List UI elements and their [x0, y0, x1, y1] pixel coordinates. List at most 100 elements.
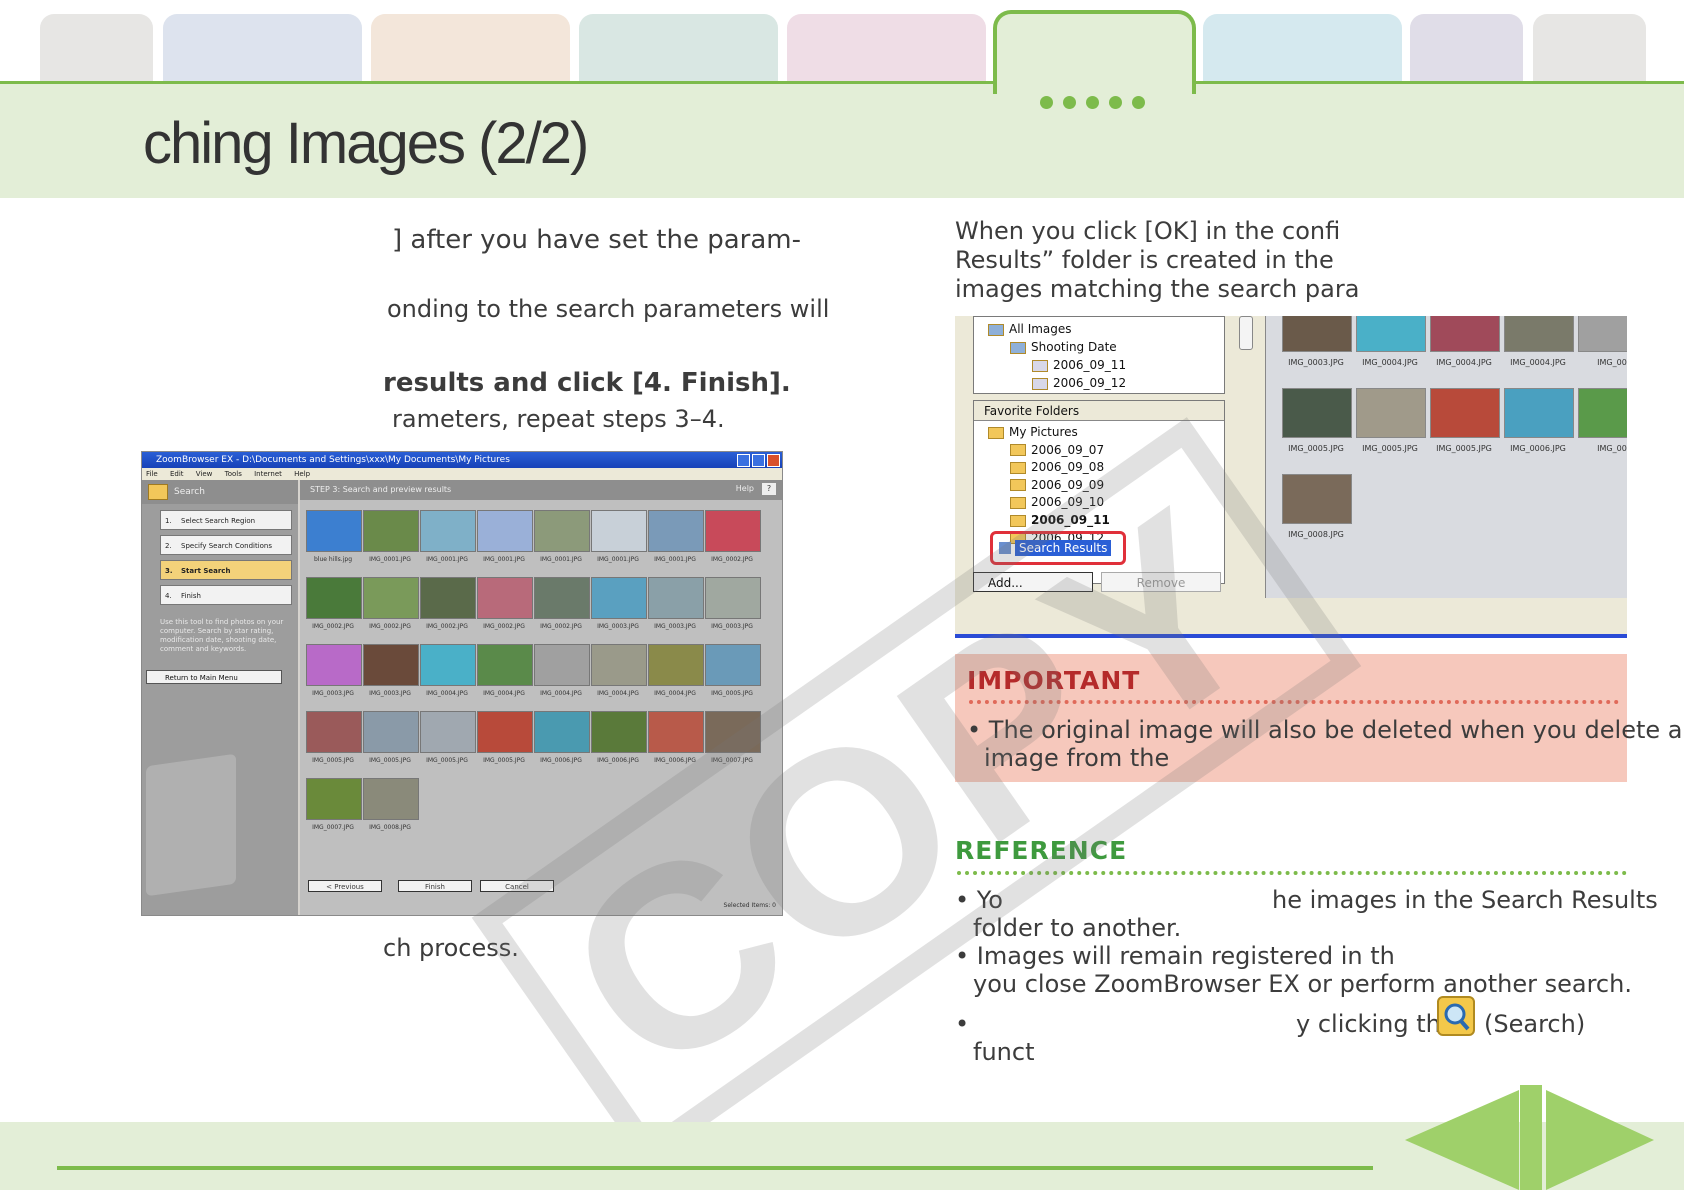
thumbnail[interactable]: [363, 711, 419, 753]
thumbnail[interactable]: [363, 510, 419, 552]
thumbnail[interactable]: [705, 510, 761, 552]
tree-item[interactable]: All Images: [988, 322, 1072, 336]
tab-2[interactable]: [163, 14, 362, 86]
tab-4[interactable]: [579, 14, 778, 86]
tab-3[interactable]: [371, 14, 570, 86]
image-thumbnail[interactable]: [1578, 388, 1627, 438]
folder-search-icon: [148, 484, 168, 500]
tree-item[interactable]: Shooting Date: [1010, 340, 1117, 354]
thumbnail[interactable]: [591, 577, 647, 619]
thumbnail-label: IMG_0001.JPG: [426, 556, 468, 563]
thumbnail-label: IMG_0004.JPG: [540, 690, 582, 697]
tree-item[interactable]: 2006_09_07: [1010, 443, 1104, 457]
image-thumbnail[interactable]: [1356, 388, 1426, 438]
step-1[interactable]: 1. Select Search Region: [160, 510, 292, 530]
close-icon[interactable]: [767, 454, 780, 467]
thumbnail[interactable]: [705, 577, 761, 619]
thumbnail[interactable]: [420, 644, 476, 686]
tab-5[interactable]: [787, 14, 986, 86]
image-thumbnail[interactable]: [1578, 316, 1627, 352]
previous-page-arrow[interactable]: [1405, 1090, 1519, 1190]
thumbnail-label: IMG_0005.JPG: [312, 757, 354, 764]
image-thumbnail[interactable]: [1504, 316, 1574, 352]
thumbnail[interactable]: [477, 510, 533, 552]
thumbnail[interactable]: [306, 778, 362, 820]
thumbnail-label: IMG_0003.JPG: [312, 690, 354, 697]
thumbnail[interactable]: [591, 644, 647, 686]
thumbnail[interactable]: [306, 577, 362, 619]
thumbnail[interactable]: [648, 510, 704, 552]
thumbnail[interactable]: [420, 510, 476, 552]
image-thumbnail[interactable]: [1430, 388, 1500, 438]
thumbnail[interactable]: [648, 577, 704, 619]
thumbnail[interactable]: [648, 644, 704, 686]
thumbnail[interactable]: [420, 711, 476, 753]
thumbnail-label: IMG_0002.JPG: [711, 556, 753, 563]
thumbnail-label: IMG_0006.JPG: [540, 757, 582, 764]
thumbnail[interactable]: [705, 644, 761, 686]
thumbnail-label: IMG_0005.JPG: [426, 757, 468, 764]
image-pane: IMG_0003.JPG IMG_0004.JPG IMG_0004.JPG IMG_…: [1265, 316, 1627, 598]
tree-item[interactable]: My Pictures: [988, 425, 1078, 439]
step-4[interactable]: 4. Finish: [160, 585, 292, 605]
thumbnail[interactable]: [363, 644, 419, 686]
image-thumbnail[interactable]: [1282, 474, 1352, 524]
image-label: IMG_0004.JPG: [1362, 358, 1418, 367]
thumbnail[interactable]: [534, 711, 590, 753]
thumbnail[interactable]: [477, 644, 533, 686]
thumbnail[interactable]: [363, 778, 419, 820]
thumbnail[interactable]: [534, 510, 590, 552]
image-thumbnail[interactable]: [1430, 316, 1500, 352]
help-icon[interactable]: ?: [762, 483, 776, 495]
menu-edit[interactable]: Edit: [170, 470, 184, 478]
window-title-bar: ZoomBrowser EX - D:\Documents and Settin…: [142, 452, 782, 468]
tree-item[interactable]: 2006_09_12: [1032, 376, 1126, 390]
thumbnail[interactable]: [306, 510, 362, 552]
finish-button[interactable]: Finish: [398, 880, 472, 892]
tab-1[interactable]: [40, 14, 153, 86]
arrow-separator: [1520, 1085, 1542, 1190]
window-controls[interactable]: [737, 454, 780, 467]
thumbnail[interactable]: [306, 644, 362, 686]
step-2[interactable]: 2. Specify Search Conditions: [160, 535, 292, 555]
tree-item[interactable]: 2006_09_11: [1032, 358, 1126, 372]
scrollbar-thumb[interactable]: [1239, 316, 1253, 350]
menu-bar: File Edit View Tools Internet Help: [142, 468, 782, 480]
image-thumbnail[interactable]: [1504, 388, 1574, 438]
menu-tools[interactable]: Tools: [225, 470, 242, 478]
thumbnail[interactable]: [477, 711, 533, 753]
help-link[interactable]: Help: [736, 484, 754, 493]
image-thumbnail[interactable]: [1282, 388, 1352, 438]
image-thumbnail[interactable]: [1356, 316, 1426, 352]
thumbnail[interactable]: [534, 644, 590, 686]
thumbnail-label: IMG_0005.JPG: [483, 757, 525, 764]
thumbnail-label: IMG_0002.JPG: [369, 623, 411, 630]
thumbnail[interactable]: [420, 577, 476, 619]
menu-help[interactable]: Help: [294, 470, 310, 478]
next-page-arrow[interactable]: [1546, 1090, 1654, 1190]
reference-bullet-3: •: [955, 1010, 970, 1038]
step-3[interactable]: 3. Start Search: [160, 560, 292, 580]
thumbnail-label: IMG_0006.JPG: [597, 757, 639, 764]
tab-7[interactable]: [1203, 14, 1402, 86]
thumbnail[interactable]: [534, 577, 590, 619]
thumbnail[interactable]: [591, 711, 647, 753]
menu-file[interactable]: File: [146, 470, 158, 478]
right-para-2: Results” folder is created in the: [955, 246, 1334, 274]
tree-item[interactable]: 2006_09_08: [1010, 460, 1104, 474]
menu-view[interactable]: View: [196, 470, 213, 478]
thumbnail[interactable]: [477, 577, 533, 619]
thumbnail[interactable]: [363, 577, 419, 619]
image-thumbnail[interactable]: [1282, 316, 1352, 352]
return-main-menu-button[interactable]: Return to Main Menu: [146, 670, 282, 684]
thumbnail[interactable]: [591, 510, 647, 552]
previous-button[interactable]: < Previous: [308, 880, 382, 892]
thumbnail-label: IMG_0003.JPG: [711, 623, 753, 630]
thumbnail[interactable]: [648, 711, 704, 753]
tab-9[interactable]: [1533, 14, 1646, 86]
menu-internet[interactable]: Internet: [254, 470, 282, 478]
tab-8[interactable]: [1410, 14, 1523, 86]
thumbnail-label: IMG_0004.JPG: [483, 690, 525, 697]
tree-node-icon: [1032, 377, 1048, 390]
thumbnail[interactable]: [306, 711, 362, 753]
